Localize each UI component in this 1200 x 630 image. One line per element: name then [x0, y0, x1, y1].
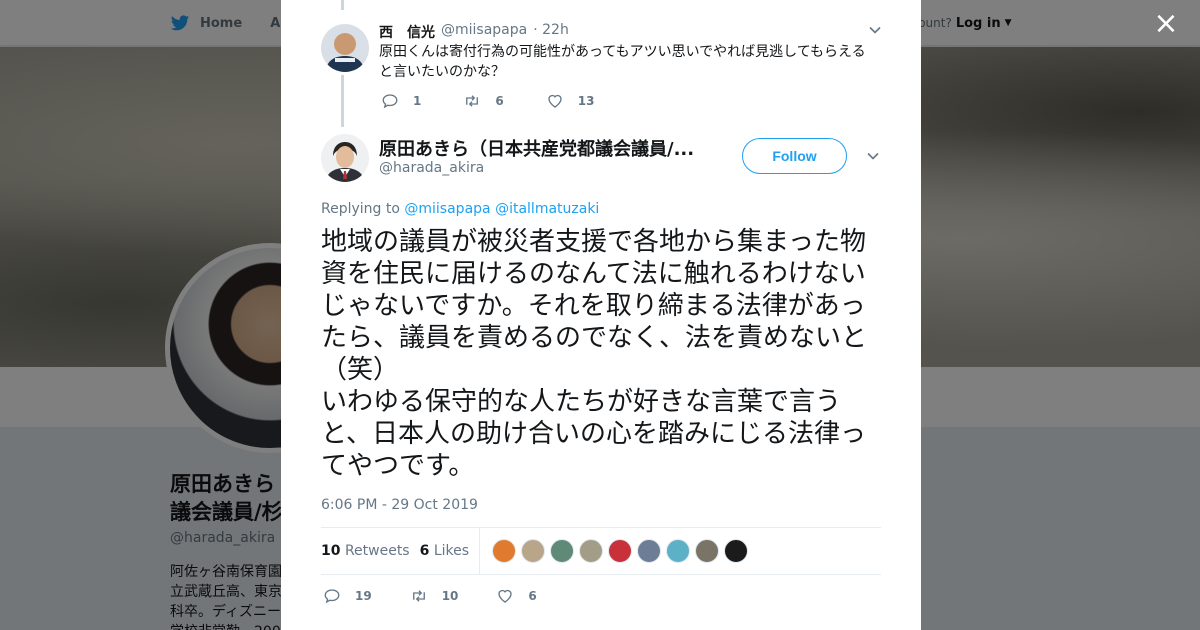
divider	[479, 527, 481, 575]
retweet-label: Retweets	[344, 543, 410, 559]
like-count: 6	[528, 589, 537, 603]
liker-avatar[interactable]	[695, 539, 720, 563]
thread-line	[341, 0, 344, 10]
reply-button[interactable]: 1	[381, 92, 421, 110]
like-button[interactable]: 6	[496, 587, 537, 605]
chevron-down-icon[interactable]	[867, 150, 879, 162]
tweet-actions: 19 10 6	[323, 587, 537, 605]
follow-button[interactable]: Follow	[742, 138, 847, 174]
mention-link[interactable]: @miisapapa	[404, 201, 490, 217]
like-button[interactable]: 13	[546, 92, 595, 110]
avatar[interactable]	[321, 134, 369, 182]
tweet-time[interactable]: · 22h	[533, 22, 569, 42]
reply-count: 1	[413, 94, 422, 108]
user-name[interactable]: 西 信光	[379, 22, 435, 42]
replying-to: Replying to @miisapapa @itallmatuzaki	[321, 201, 599, 217]
tweet-timestamp[interactable]: 6:06 PM - 29 Oct 2019	[321, 497, 478, 513]
reply-button[interactable]: 19	[323, 587, 372, 605]
tweet-text: 地域の議員が被災者支援で各地から集まった物資を住民に届けるのなんて法に触れるわけ…	[321, 227, 868, 481]
user-handle[interactable]: @miisapapa	[441, 22, 527, 42]
reply-icon	[382, 94, 398, 109]
retweet-total: 10	[321, 543, 341, 559]
liker-avatars	[492, 539, 749, 563]
liker-avatar[interactable]	[579, 539, 604, 563]
retweet-count: 6	[495, 94, 504, 108]
close-icon[interactable]: ×	[1150, 8, 1182, 40]
avatar-image	[321, 134, 369, 182]
user-handle[interactable]: @harada_akira	[379, 160, 484, 176]
tweet-actions: 1 6 13	[381, 92, 594, 110]
retweet-count: 10	[441, 589, 459, 603]
main-tweet-author: 原田あきら（日本共産党都議会議員/... @harada_akira Follo…	[321, 134, 881, 184]
tweet-header: 西 信光 @miisapapa · 22h	[379, 22, 569, 42]
reply-count: 19	[355, 589, 372, 603]
like-stat[interactable]: 6 Likes	[420, 543, 469, 559]
liker-avatar[interactable]	[666, 539, 691, 563]
liker-avatar[interactable]	[492, 539, 517, 563]
tweet-stats: 10 Retweets 6 Likes	[321, 527, 881, 575]
like-count: 13	[577, 94, 595, 108]
tweet-modal: 西 信光 @miisapapa · 22h 原田くんは寄付行為の可能性があっても…	[281, 0, 921, 630]
replying-prefix: Replying to	[321, 201, 400, 217]
liker-avatar[interactable]	[724, 539, 749, 563]
retweet-stat[interactable]: 10 Retweets	[321, 543, 410, 559]
avatar[interactable]	[321, 24, 369, 72]
tweet-text: 原田くんは寄付行為の可能性があってもアツい思いでやれば見逃してもらえると言いたい…	[379, 44, 866, 80]
retweet-icon	[412, 590, 425, 602]
liker-avatar[interactable]	[608, 539, 633, 563]
retweet-button[interactable]: 6	[463, 92, 504, 110]
heart-icon	[548, 94, 562, 108]
like-total: 6	[419, 543, 430, 559]
like-label: Likes	[433, 543, 470, 559]
retweet-button[interactable]: 10	[410, 587, 459, 605]
mention-link[interactable]: @itallmatuzaki	[495, 201, 599, 217]
liker-avatar[interactable]	[550, 539, 575, 563]
thread-line	[341, 75, 344, 127]
avatar-image	[321, 24, 369, 72]
reply-icon	[324, 589, 340, 604]
liker-avatar[interactable]	[521, 539, 546, 563]
user-name[interactable]: 原田あきら（日本共産党都議会議員/...	[379, 135, 699, 161]
chevron-down-icon[interactable]	[869, 24, 881, 36]
liker-avatar[interactable]	[637, 539, 662, 563]
retweet-icon	[466, 95, 479, 107]
heart-icon	[498, 589, 513, 603]
